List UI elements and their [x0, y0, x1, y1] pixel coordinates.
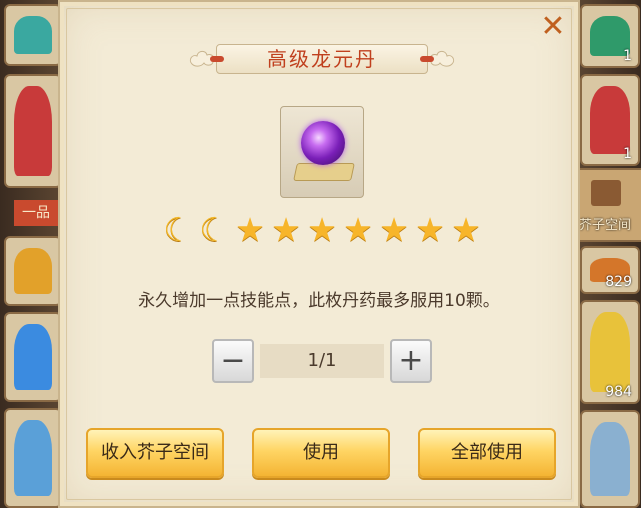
item-count: 1 [623, 146, 632, 162]
storage-label: 芥子空间 [579, 218, 632, 233]
star-icon: ★ [415, 210, 445, 249]
item-icon-frame [280, 106, 364, 198]
background-item-slot [580, 410, 640, 508]
close-button[interactable]: ✕ [540, 12, 566, 42]
item-count: 1 [623, 48, 632, 64]
background-item-slot: 1 [580, 74, 640, 166]
background-item-slot: 984 [580, 300, 640, 404]
item-grade-rating: ☾ ☾ ★ ★ ★ ★ ★ ★ ★ [160, 212, 484, 248]
increase-button[interactable]: + [390, 339, 432, 383]
background-item-slot [4, 4, 62, 66]
background-item-slot [4, 74, 62, 188]
background-storage-slot: 芥子空间 [575, 168, 641, 242]
title-banner: 高级龙元丹 [188, 40, 456, 78]
item-description: 永久增加一点技能点，此枚丹药最多服用10颗。 [138, 291, 500, 311]
store-to-space-button[interactable]: 收入芥子空间 [86, 428, 224, 478]
close-icon: ✕ [540, 9, 566, 44]
decrease-button[interactable]: − [212, 339, 254, 383]
star-icon: ★ [307, 210, 337, 249]
item-title: 高级龙元丹 [267, 47, 377, 71]
item-count: 829 [605, 274, 632, 290]
background-item-slot [4, 312, 62, 402]
use-all-button[interactable]: 全部使用 [418, 428, 556, 478]
background-item-slot [4, 408, 62, 508]
item-detail-dialog: ✕ 高级龙元丹 ☾ ☾ ★ ★ ★ ★ ★ ★ ★ 永久增加一点技能点，此枚丹药… [58, 0, 580, 508]
star-icon: ★ [235, 210, 265, 249]
star-icon: ★ [379, 210, 409, 249]
item-count: 984 [605, 384, 632, 400]
star-icon: ★ [451, 210, 481, 249]
star-icon: ★ [343, 210, 373, 249]
crescent-moon-icon: ☾ [163, 210, 193, 249]
scroll-base-icon [293, 163, 355, 181]
crescent-moon-icon: ☾ [199, 210, 229, 249]
quantity-stepper: − 1/1 + [212, 339, 432, 383]
chest-icon [591, 180, 621, 206]
use-button[interactable]: 使用 [252, 428, 390, 478]
quantity-value: 1/1 [260, 344, 384, 378]
background-item-slot [4, 236, 62, 306]
background-item-slot: 1 [580, 4, 640, 68]
background-item-slot: 829 [580, 246, 640, 294]
star-icon: ★ [271, 210, 301, 249]
purple-elixir-pill-icon [301, 121, 345, 165]
